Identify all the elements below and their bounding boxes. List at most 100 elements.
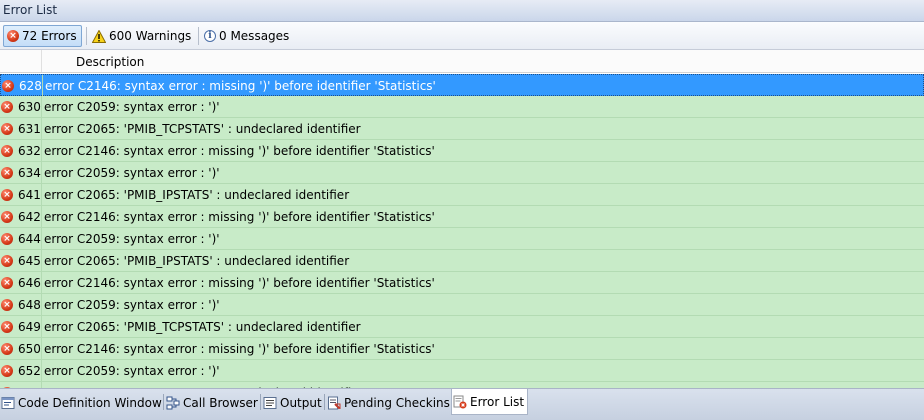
- table-row[interactable]: × 631 error C2065: 'PMIB_TCPSTATS' : undec…: [0, 118, 924, 140]
- toolbar-separator: [86, 27, 87, 45]
- code-definition-icon: [1, 396, 15, 410]
- error-number: 649: [18, 320, 41, 334]
- error-description: error C2065: 'PMIB_IPSTATS' : undeclared…: [44, 254, 350, 268]
- error-description: error C2146: syntax error : missing ')' …: [44, 210, 435, 224]
- table-row[interactable]: × 649 error C2065: 'PMIB_TCPSTATS' : undec…: [0, 316, 924, 338]
- table-row[interactable]: × 646 error C2146: syntax error : missing …: [0, 272, 924, 294]
- error-number: 652: [18, 364, 41, 378]
- error-description: error C2059: syntax error : ')': [44, 298, 220, 312]
- title-bar[interactable]: Error List: [0, 0, 924, 22]
- error-icon: ×: [7, 30, 19, 42]
- error-number: 630: [18, 100, 41, 114]
- warnings-filter-button[interactable]: 600 Warnings: [89, 25, 195, 47]
- window-title: Error List: [3, 3, 58, 17]
- column-divider: [41, 118, 42, 139]
- error-icon: ×: [2, 80, 14, 92]
- error-list-rows: × 628 error C2146: syntax error : missing …: [0, 74, 924, 388]
- tab-output[interactable]: Output: [262, 392, 323, 413]
- error-icon: ×: [1, 167, 13, 179]
- error-number: 645: [18, 254, 41, 268]
- error-number: 632: [18, 144, 41, 158]
- error-number: 650: [18, 342, 41, 356]
- error-description: error C2059: syntax error : ')': [44, 100, 220, 114]
- tab-separator: [163, 394, 164, 410]
- table-row[interactable]: × 652 error C2059: syntax error : ')': [0, 360, 924, 382]
- tab-error-list[interactable]: Error List: [451, 389, 528, 415]
- error-description: error C2146: syntax error : missing ')' …: [44, 342, 435, 356]
- column-divider: [41, 228, 42, 249]
- column-divider: [41, 294, 42, 315]
- tab-call-browser[interactable]: Call Browser: [165, 392, 259, 413]
- errors-filter-button[interactable]: × 72 Errors: [3, 25, 82, 47]
- pending-checkins-icon: [327, 396, 341, 410]
- tab-pending-checkins[interactable]: Pending Checkins: [326, 392, 450, 413]
- error-list-window: Error List × 72 Errors 600 Warnings i 0 …: [0, 0, 924, 420]
- column-divider: [41, 338, 42, 359]
- error-description: error C2059: syntax error : ')': [44, 364, 220, 378]
- error-icon: ×: [1, 277, 13, 289]
- error-icon: ×: [1, 255, 13, 267]
- warning-icon: [91, 28, 107, 43]
- column-divider: [41, 272, 42, 293]
- tab-code-definition-window[interactable]: Code Definition Window: [0, 392, 162, 413]
- error-description: error C2059: syntax error : ')': [44, 232, 220, 246]
- error-list-icon: [453, 395, 467, 409]
- tab-label: Code Definition Window: [18, 395, 162, 410]
- error-description: error C2065: 'PMIB_TCPSTATS' : undeclare…: [44, 122, 361, 136]
- column-divider: [41, 316, 42, 337]
- error-number: 648: [18, 298, 41, 312]
- messages-filter-button[interactable]: i 0 Messages: [201, 25, 299, 47]
- tab-label: Output: [280, 395, 322, 410]
- column-divider: [41, 250, 42, 271]
- table-row[interactable]: × 628 error C2146: syntax error : missing …: [0, 74, 924, 96]
- column-divider: [41, 162, 42, 183]
- error-description: error C2146: syntax error : missing ')' …: [44, 276, 435, 290]
- error-number: 642: [18, 210, 41, 224]
- error-icon: ×: [1, 101, 13, 113]
- tab-label: Pending Checkins: [344, 395, 450, 410]
- error-description: error C2065: 'PMIB_IPSTATS' : undeclared…: [44, 188, 350, 202]
- list-header: Description: [0, 50, 924, 73]
- output-icon: [263, 396, 277, 410]
- error-icon: ×: [1, 123, 13, 135]
- table-row[interactable]: × 634 error C2059: syntax error : ')': [0, 162, 924, 184]
- table-row[interactable]: × 630 error C2059: syntax error : ')': [0, 96, 924, 118]
- error-icon: ×: [1, 233, 13, 245]
- table-row[interactable]: × 632 error C2146: syntax error : missing …: [0, 140, 924, 162]
- messages-filter-label: 0 Messages: [219, 29, 290, 43]
- column-divider: [41, 360, 42, 381]
- table-row[interactable]: × 642 error C2146: syntax error : missing …: [0, 206, 924, 228]
- error-icon: ×: [1, 145, 13, 157]
- table-row[interactable]: × 650 error C2146: syntax error : missing …: [0, 338, 924, 360]
- description-column-header[interactable]: Description: [76, 55, 144, 69]
- tab-label: Call Browser: [183, 395, 258, 410]
- table-row[interactable]: × 648 error C2059: syntax error : ')': [0, 294, 924, 316]
- error-number: 628: [19, 79, 42, 93]
- tab-separator: [324, 394, 325, 410]
- table-row[interactable]: × 645 error C2065: 'PMIB_IPSTATS' : undecl…: [0, 250, 924, 272]
- warnings-filter-label: 600 Warnings: [109, 29, 192, 43]
- error-icon: ×: [1, 343, 13, 355]
- table-row[interactable]: × 641 error C2065: 'PMIB_IPSTATS' : undecl…: [0, 184, 924, 206]
- table-row[interactable]: × 644 error C2059: syntax error : ')': [0, 228, 924, 250]
- column-divider[interactable]: [41, 50, 42, 72]
- column-divider: [41, 140, 42, 161]
- filter-toolbar: × 72 Errors 600 Warnings i 0 Messages: [0, 22, 924, 50]
- column-divider: [42, 75, 43, 96]
- call-browser-icon: [166, 396, 180, 410]
- error-description: error C2059: syntax error : ')': [44, 166, 220, 180]
- error-description: error C2065: 'PMIB_TCPSTATS' : undeclare…: [44, 320, 361, 334]
- error-number: 644: [18, 232, 41, 246]
- error-description: error C2146: syntax error : missing ')' …: [45, 79, 436, 93]
- column-divider: [41, 184, 42, 205]
- error-number: 641: [18, 188, 41, 202]
- bottom-tab-bar: Code Definition Window Call Browser Outp…: [0, 388, 924, 420]
- error-icon: ×: [1, 299, 13, 311]
- errors-filter-label: 72 Errors: [22, 29, 77, 43]
- error-icon: ×: [1, 365, 13, 377]
- error-icon: ×: [1, 211, 13, 223]
- error-number: 646: [18, 276, 41, 290]
- column-divider: [41, 96, 42, 117]
- tab-label: Error List: [470, 394, 525, 409]
- error-icon: ×: [1, 189, 13, 201]
